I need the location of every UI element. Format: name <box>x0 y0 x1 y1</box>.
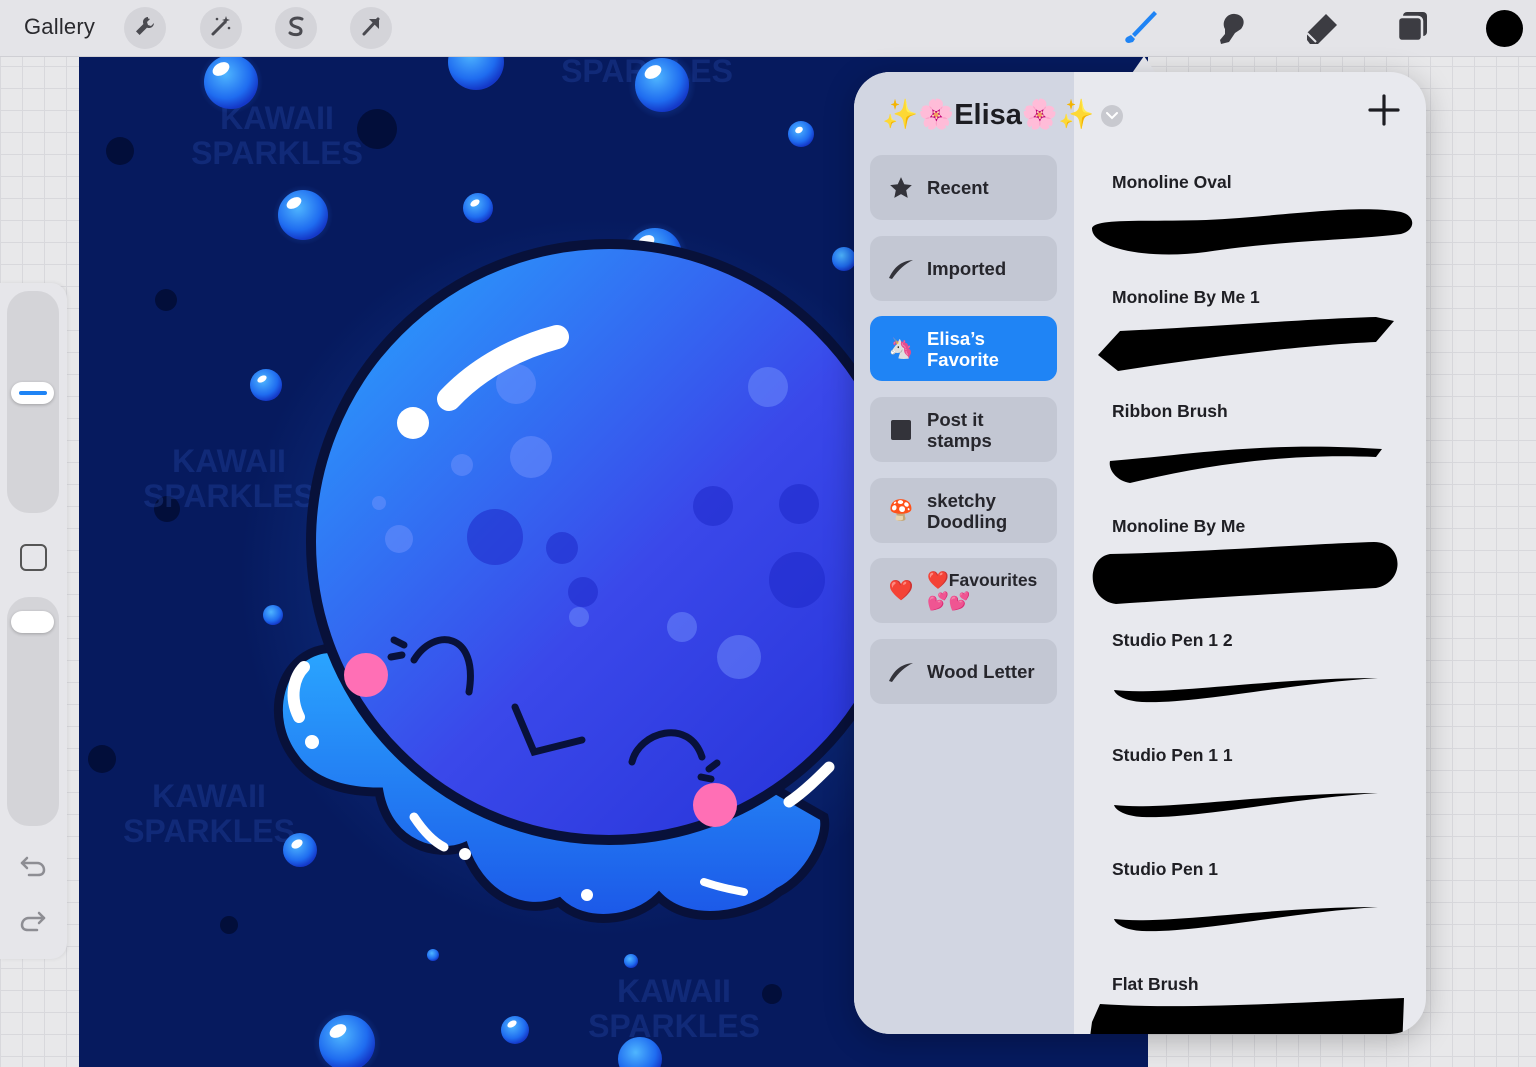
brush-stroke-preview <box>1090 998 1404 1034</box>
smudge-icon <box>1211 7 1251 52</box>
brush-monoline-by-me[interactable]: Monoline By Me <box>1086 516 1416 630</box>
transform-button[interactable] <box>350 7 392 49</box>
eraser-tool-button[interactable] <box>1301 8 1343 50</box>
brush-set-label: Imported <box>927 258 1007 279</box>
brush-studio-pen-1-2[interactable]: Studio Pen 1 2 <box>1086 630 1416 744</box>
adjustments-button[interactable] <box>200 7 242 49</box>
brush-size-handle[interactable] <box>11 382 54 404</box>
brush-set-sketchy-doodling[interactable]: 🍄 sketchy Doodling <box>870 478 1057 543</box>
brush-set-favourites[interactable]: ❤️ ❤️Favourites💕💕 <box>870 558 1057 623</box>
brush-studio-pen-1[interactable]: Studio Pen 1 <box>1086 859 1416 973</box>
brush-monoline-by-me-1[interactable]: Monoline By Me 1 <box>1086 287 1416 401</box>
brush-set-wood-letter[interactable]: Wood Letter <box>870 639 1057 704</box>
plus-icon <box>1368 93 1400 131</box>
undo-icon <box>19 854 47 883</box>
brush-set-label: Elisa’s Favorite <box>927 327 999 370</box>
brush-set-label: ❤️Favourites💕💕 <box>927 569 1038 611</box>
undo-button[interactable] <box>18 855 48 881</box>
brush-monoline-oval[interactable]: Monoline Oval <box>1086 172 1416 286</box>
redo-icon <box>19 909 47 938</box>
chevron-down-icon <box>1106 107 1118 125</box>
modify-button[interactable] <box>20 544 47 571</box>
unicorn-icon: 🦄 <box>888 338 914 360</box>
actions-button[interactable] <box>124 7 166 49</box>
brush-studio-pen-1-1[interactable]: Studio Pen 1 1 <box>1086 745 1416 859</box>
left-sidebar <box>0 283 67 959</box>
brush-set-label: sketchy Doodling <box>927 489 1008 532</box>
brush-icon <box>1121 7 1161 52</box>
brush-stroke-preview <box>1092 542 1398 604</box>
size-indicator <box>18 391 47 395</box>
top-toolbar: Gallery <box>0 0 1536 57</box>
brush-stroke-icon <box>886 254 916 284</box>
brush-set-label: Post it stamps <box>927 408 992 451</box>
brush-stroke-preview <box>1114 793 1378 818</box>
brush-stroke-preview <box>1091 209 1413 255</box>
eraser-icon <box>1302 7 1342 52</box>
brush-set-label: Recent <box>927 177 989 198</box>
brush-set-post-it-stamps[interactable]: Post it stamps <box>870 397 1057 462</box>
brush-set-recent[interactable]: Recent <box>870 155 1057 220</box>
brush-stroke-preview <box>1114 678 1378 703</box>
selection-button[interactable] <box>275 7 317 49</box>
brush-stroke-preview <box>1114 907 1378 932</box>
wrench-icon <box>133 14 157 43</box>
svg-text:SPARKLES: SPARKLES <box>123 813 295 849</box>
svg-text:SPARKLES: SPARKLES <box>191 135 363 171</box>
gallery-button[interactable]: Gallery <box>24 14 95 40</box>
square-icon <box>886 415 916 445</box>
layers-icon <box>1392 7 1432 52</box>
heart-icon: ❤️ <box>888 580 914 602</box>
svg-text:KAWAII: KAWAII <box>617 973 731 1009</box>
brush-stroke-preview <box>1098 317 1394 371</box>
magic-wand-icon <box>209 14 233 43</box>
svg-text:SPARKLES: SPARKLES <box>588 1008 760 1044</box>
brush-flat-brush[interactable]: Flat Brush <box>1086 974 1416 1034</box>
color-picker-button[interactable] <box>1486 10 1523 47</box>
brush-set-imported[interactable]: Imported <box>870 236 1057 301</box>
opacity-handle[interactable] <box>11 611 54 633</box>
brush-ribbon-brush[interactable]: Ribbon Brush <box>1086 401 1416 515</box>
mushroom-icon: 🍄 <box>888 500 914 522</box>
title-dropdown-button[interactable] <box>1101 105 1123 127</box>
layers-button[interactable] <box>1391 8 1433 50</box>
brush-set-label: Wood Letter <box>927 661 1035 682</box>
svg-text:KAWAII: KAWAII <box>152 778 266 814</box>
brush-stroke-icon <box>886 657 916 687</box>
brush-library-title[interactable]: ✨🌸Elisa🌸✨ <box>882 98 1094 132</box>
selection-icon <box>284 14 308 43</box>
brush-tool-button[interactable] <box>1120 8 1162 50</box>
add-brush-button[interactable] <box>1366 93 1402 131</box>
smudge-tool-button[interactable] <box>1210 8 1252 50</box>
brush-set-elisas-favorite[interactable]: 🦄 Elisa’s Favorite <box>870 316 1057 381</box>
redo-button[interactable] <box>18 910 48 936</box>
brush-library-panel: ✨🌸Elisa🌸✨ Recent Imported 🦄 Elisa’s Favo… <box>854 72 1426 1034</box>
brush-stroke-preview <box>1109 446 1382 483</box>
star-icon <box>886 173 916 203</box>
transform-arrow-icon <box>359 14 383 43</box>
